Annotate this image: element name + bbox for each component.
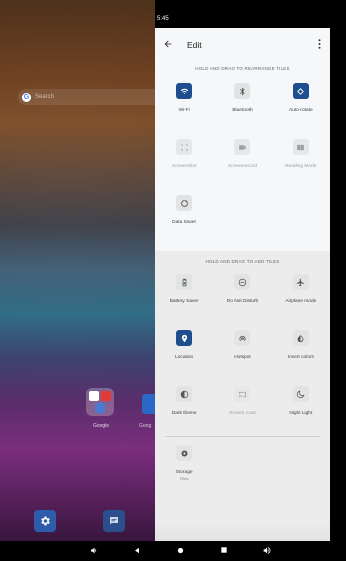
- tile-bluetooth-label: Bluetooth: [232, 108, 253, 113]
- data-saver-icon: [176, 195, 193, 211]
- tile-battery-saver-label: Battery Saver: [169, 299, 199, 304]
- app2-label: Goog: [139, 423, 152, 429]
- tile-data-saver-label: Data Saver: [172, 220, 197, 225]
- google-icon: G: [22, 92, 31, 102]
- gear-icon: [41, 516, 50, 526]
- home-search-placeholder: Search: [35, 94, 55, 100]
- tile-night-light[interactable]: Night Light: [272, 378, 330, 434]
- tile-hotspot-label: Hotspot: [234, 355, 251, 360]
- tile-screenrecord-label: Screenrecord: [228, 164, 257, 169]
- active-section-title: HOLD AND DRAG TO REARRANGE TILES: [195, 66, 290, 71]
- tile-bluetooth[interactable]: Bluetooth: [213, 75, 271, 131]
- location-icon: [176, 330, 193, 346]
- night-light-icon: [292, 386, 309, 402]
- gmail-mini-icon: [89, 391, 99, 401]
- auto-rotate-icon: [292, 83, 309, 99]
- more-options-icon[interactable]: [314, 38, 324, 52]
- tile-night-light-label: Night Light: [289, 411, 313, 416]
- status-bar-top: [155, 0, 330, 10]
- invert-colors-icon: [292, 330, 309, 346]
- panel-header: Edit: [155, 28, 330, 62]
- status-bar: 5:45: [155, 10, 330, 28]
- screenshot-icon: [176, 139, 193, 155]
- wifi-icon: [176, 83, 193, 99]
- tile-screenshot-label: Screenshot: [172, 164, 197, 169]
- tile-reading-mode[interactable]: Reading Mode: [272, 131, 330, 187]
- tile-airplane-mode[interactable]: Airplane mode: [272, 266, 330, 322]
- screen-cast-icon: [234, 386, 251, 402]
- volume-down-icon[interactable]: [90, 546, 99, 555]
- tile-location-label: Location: [175, 355, 194, 360]
- folder-label: Google: [92, 423, 110, 429]
- tile-wifi-label: Wi-Fi: [178, 108, 190, 113]
- reading-mode-icon: [292, 139, 309, 155]
- airplane-icon: [292, 274, 309, 290]
- home-search-bar[interactable]: G Search: [18, 89, 178, 105]
- quick-settings-edit-panel: Edit HOLD AND DRAG TO REARRANGE TILES Wi…: [155, 28, 330, 542]
- tile-wifi[interactable]: Wi-Fi: [155, 75, 213, 131]
- tile-location[interactable]: Location: [155, 322, 213, 378]
- tile-dark-theme-label: Dark theme: [171, 411, 197, 416]
- active-tiles-section: HOLD AND DRAG TO REARRANGE TILES Wi-Fi B…: [155, 62, 330, 251]
- tile-airplane-mode-label: Airplane mode: [285, 299, 317, 304]
- settings-app-icon[interactable]: [34, 510, 56, 532]
- tile-do-not-disturb-label: Do Not Disturb: [226, 299, 259, 304]
- navigation-bar: [0, 541, 346, 561]
- recents-nav-icon[interactable]: [220, 546, 228, 554]
- tile-data-saver[interactable]: Data Saver: [155, 187, 213, 243]
- volume-up-icon[interactable]: [262, 546, 272, 555]
- tile-storage-sub: Files: [179, 475, 189, 481]
- messages-app-icon[interactable]: [103, 510, 125, 532]
- tile-screen-cast-label: Screen Cast: [229, 411, 256, 416]
- google-folder[interactable]: [86, 388, 114, 416]
- tile-reading-mode-label: Reading Mode: [285, 164, 317, 169]
- tile-do-not-disturb[interactable]: Do Not Disturb: [213, 266, 271, 322]
- tile-hotspot[interactable]: Hotspot: [213, 322, 271, 378]
- storage-icon: [176, 445, 193, 461]
- google-app-icon[interactable]: [142, 394, 156, 414]
- page-title: Edit: [187, 40, 202, 50]
- back-arrow-icon[interactable]: [163, 39, 177, 52]
- tile-auto-rotate-label: Auto-rotate: [288, 108, 313, 113]
- photos-mini-icon: [95, 403, 105, 413]
- tile-screenshot[interactable]: Screenshot: [155, 131, 213, 187]
- tile-auto-rotate[interactable]: Auto-rotate: [272, 75, 330, 131]
- add-section-title: HOLD AND DRAG TO ADD TILES: [205, 259, 280, 264]
- tile-invert-colors[interactable]: Invert colors: [272, 322, 330, 378]
- youtube-mini-icon: [101, 391, 111, 401]
- home-nav-icon[interactable]: [176, 546, 185, 555]
- do-not-disturb-icon: [234, 274, 251, 290]
- hotspot-icon: [234, 330, 251, 346]
- panel-bottom-shade: [155, 526, 330, 542]
- tile-storage[interactable]: Storage Files: [155, 437, 213, 497]
- tile-screenrecord[interactable]: Screenrecord: [213, 131, 271, 187]
- tile-invert-colors-label: Invert colors: [287, 355, 314, 360]
- tile-battery-saver[interactable]: Battery Saver: [155, 266, 213, 322]
- available-tiles-section: HOLD AND DRAG TO ADD TILES Battery Saver…: [155, 251, 330, 542]
- battery-saver-icon: [176, 274, 193, 290]
- status-time: 5:45: [157, 16, 169, 22]
- right-edge: [330, 0, 346, 561]
- screenrecord-icon: [234, 139, 251, 155]
- tile-dark-theme[interactable]: Dark theme: [155, 378, 213, 434]
- message-icon: [110, 517, 118, 525]
- bluetooth-icon: [234, 83, 251, 99]
- back-nav-icon[interactable]: [133, 546, 141, 555]
- tile-screen-cast[interactable]: Screen Cast: [213, 378, 271, 434]
- dark-theme-icon: [176, 386, 193, 402]
